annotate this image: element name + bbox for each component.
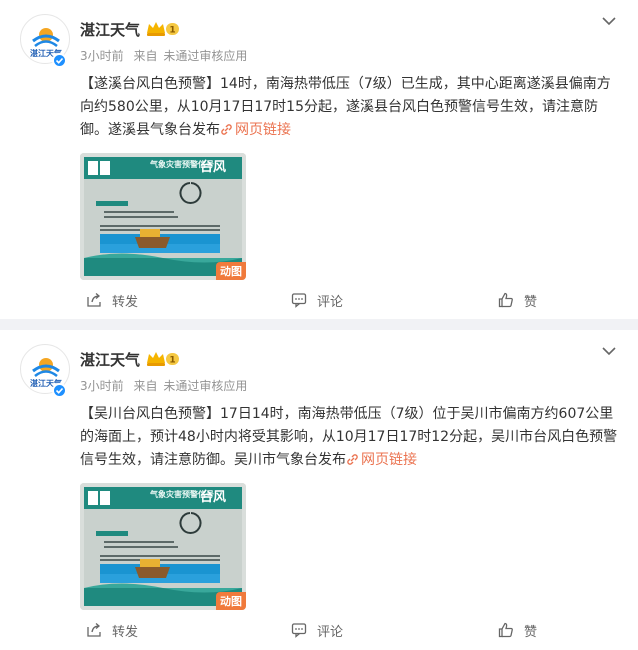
post-time[interactable]: 3小时前 bbox=[80, 379, 124, 393]
more-chevron-icon[interactable] bbox=[602, 346, 616, 356]
comment-button[interactable]: 评论 bbox=[291, 285, 343, 315]
source-prefix: 来自 bbox=[133, 49, 158, 63]
post-text: 【遂溪台风白色预警】14时，南海热带低压（7级）已生成，其中心距离遂溪县偏南方向… bbox=[80, 73, 620, 142]
link-icon bbox=[347, 454, 358, 465]
like-button[interactable]: 赞 bbox=[498, 285, 537, 315]
share-icon bbox=[87, 293, 101, 307]
web-link[interactable]: 网页链接 bbox=[220, 122, 291, 138]
web-link-label: 网页链接 bbox=[361, 452, 417, 468]
gif-badge: 动图 bbox=[216, 592, 246, 610]
post-meta: 3小时前 来自 未通过审核应用 bbox=[80, 47, 253, 64]
verified-icon bbox=[52, 53, 67, 68]
comment-button[interactable]: 评论 bbox=[291, 615, 343, 645]
share-button[interactable]: 转发 bbox=[86, 615, 138, 645]
gif-badge: 动图 bbox=[216, 262, 246, 280]
share-icon bbox=[87, 623, 101, 637]
comment-icon bbox=[291, 293, 307, 308]
post-text: 【吴川台风白色预警】17日14时，南海热带低压（7级）位于吴川市偏南方约607公… bbox=[80, 403, 620, 472]
share-label: 转发 bbox=[112, 624, 139, 640]
share-button[interactable]: 转发 bbox=[86, 285, 138, 315]
comment-label: 评论 bbox=[317, 294, 344, 310]
like-label: 赞 bbox=[524, 624, 538, 640]
like-label: 赞 bbox=[524, 294, 538, 310]
post-meta: 3小时前 来自 未通过审核应用 bbox=[80, 377, 253, 394]
web-link-label: 网页链接 bbox=[235, 122, 291, 138]
post-actions: 转发 评论 赞 bbox=[0, 615, 638, 645]
web-link[interactable]: 网页链接 bbox=[346, 452, 417, 468]
comment-label: 评论 bbox=[317, 624, 344, 640]
level-badge: 1 bbox=[169, 26, 175, 36]
author-name[interactable]: 湛江天气 bbox=[80, 349, 140, 370]
level-badge: 1 bbox=[169, 356, 175, 366]
more-chevron-icon[interactable] bbox=[602, 16, 616, 26]
post-title: 【吴川台风白色预警】 bbox=[80, 406, 220, 422]
comment-icon bbox=[291, 623, 307, 638]
crown-icon[interactable]: 1 bbox=[146, 350, 180, 367]
like-icon bbox=[498, 622, 513, 638]
weibo-post: 湛江天气 湛江天气 1 3小时前 来自 未通过审核应用 【遂溪台风白色预警】14… bbox=[0, 0, 638, 319]
post-time[interactable]: 3小时前 bbox=[80, 49, 124, 63]
post-image[interactable]: 气象灾害预警信号 台风 动图 bbox=[80, 483, 246, 610]
post-actions: 转发 评论 赞 bbox=[0, 285, 638, 315]
post-source: 未通过审核应用 bbox=[163, 49, 248, 63]
post-image[interactable]: 气象灾害预警信号 台风 动图 bbox=[80, 153, 246, 280]
link-icon bbox=[221, 124, 232, 135]
post-title: 【遂溪台风白色预警】 bbox=[80, 76, 220, 92]
post-source: 未通过审核应用 bbox=[163, 379, 248, 393]
author-name[interactable]: 湛江天气 bbox=[80, 19, 140, 40]
like-button[interactable]: 赞 bbox=[498, 615, 537, 645]
crown-icon[interactable]: 1 bbox=[146, 20, 180, 37]
weibo-post: 湛江天气 湛江天气 1 3小时前 来自 未通过审核应用 【吴川台风白色预警】17… bbox=[0, 330, 638, 650]
share-label: 转发 bbox=[112, 294, 139, 310]
thumb-type: 台风 bbox=[200, 490, 227, 505]
thumb-type: 台风 bbox=[200, 160, 227, 175]
like-icon bbox=[498, 292, 513, 308]
verified-icon bbox=[52, 383, 67, 398]
source-prefix: 来自 bbox=[133, 379, 158, 393]
